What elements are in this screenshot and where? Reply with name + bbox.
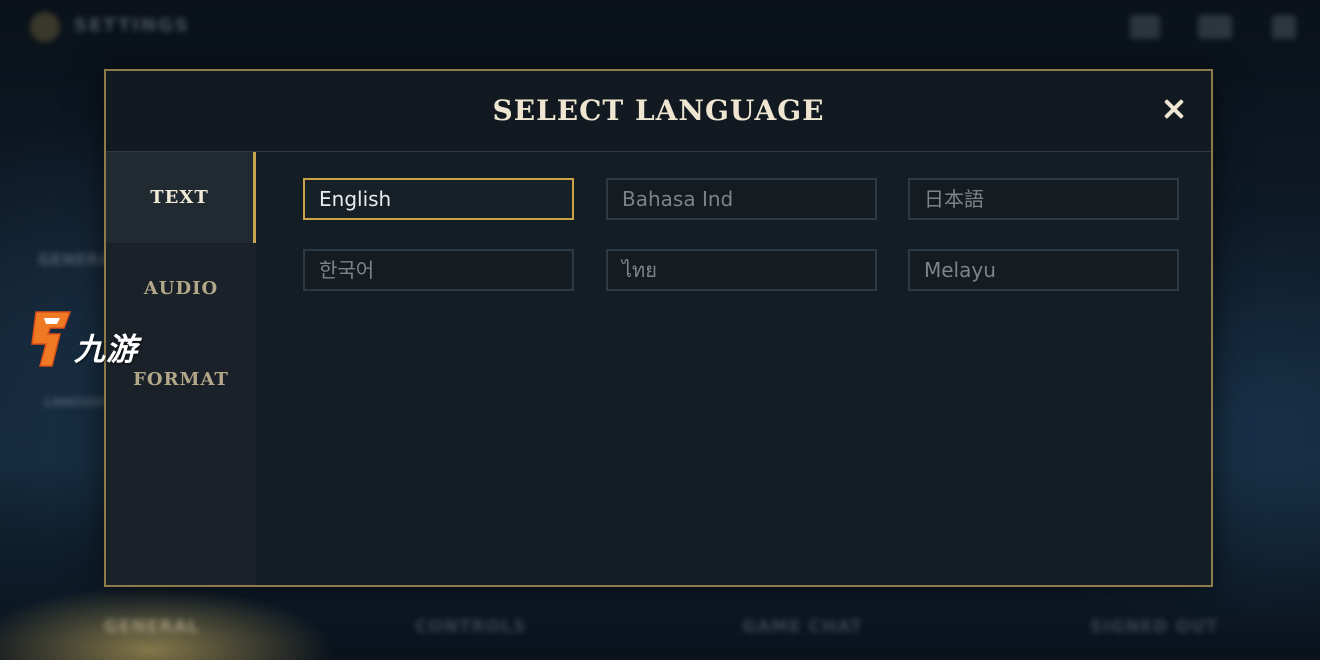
background-bottom-tab: CONTROLS — [415, 617, 527, 637]
language-option-english[interactable]: English — [303, 178, 574, 220]
background-logo-icon — [30, 12, 60, 42]
language-option-korean[interactable]: 한국어 — [303, 249, 574, 291]
background-top-bar: SETTINGS — [0, 0, 1320, 55]
watermark-logo: 九游 — [30, 310, 160, 372]
background-bottom-tab: GENERAL — [104, 617, 200, 637]
background-icon — [1198, 15, 1232, 39]
background-icon — [1272, 15, 1296, 39]
language-option-malay[interactable]: Melayu — [908, 249, 1179, 291]
background-icon — [1130, 15, 1160, 39]
background-bottom-tab: GAME CHAT — [742, 617, 863, 637]
select-language-dialog: SELECT LANGUAGE TEXT AUDIO FORMAT Englis… — [104, 69, 1213, 587]
language-option-bahasa[interactable]: Bahasa Ind — [606, 178, 877, 220]
background-title-blurred: SETTINGS — [74, 15, 190, 36]
watermark-nine-icon — [31, 311, 72, 367]
dialog-header: SELECT LANGUAGE — [106, 71, 1211, 152]
watermark-text: 九游 — [74, 332, 138, 368]
language-option-japanese[interactable]: 日本語 — [908, 178, 1179, 220]
close-button[interactable] — [1160, 93, 1192, 125]
dialog-title: SELECT LANGUAGE — [492, 94, 825, 127]
language-option-thai[interactable]: ไทย — [606, 249, 877, 291]
background-bottom-tab: SIGNED OUT — [1090, 617, 1219, 637]
tab-text[interactable]: TEXT — [106, 152, 256, 243]
language-options-panel: English Bahasa Ind 日本語 한국어 ไทย Melayu — [256, 152, 1211, 585]
